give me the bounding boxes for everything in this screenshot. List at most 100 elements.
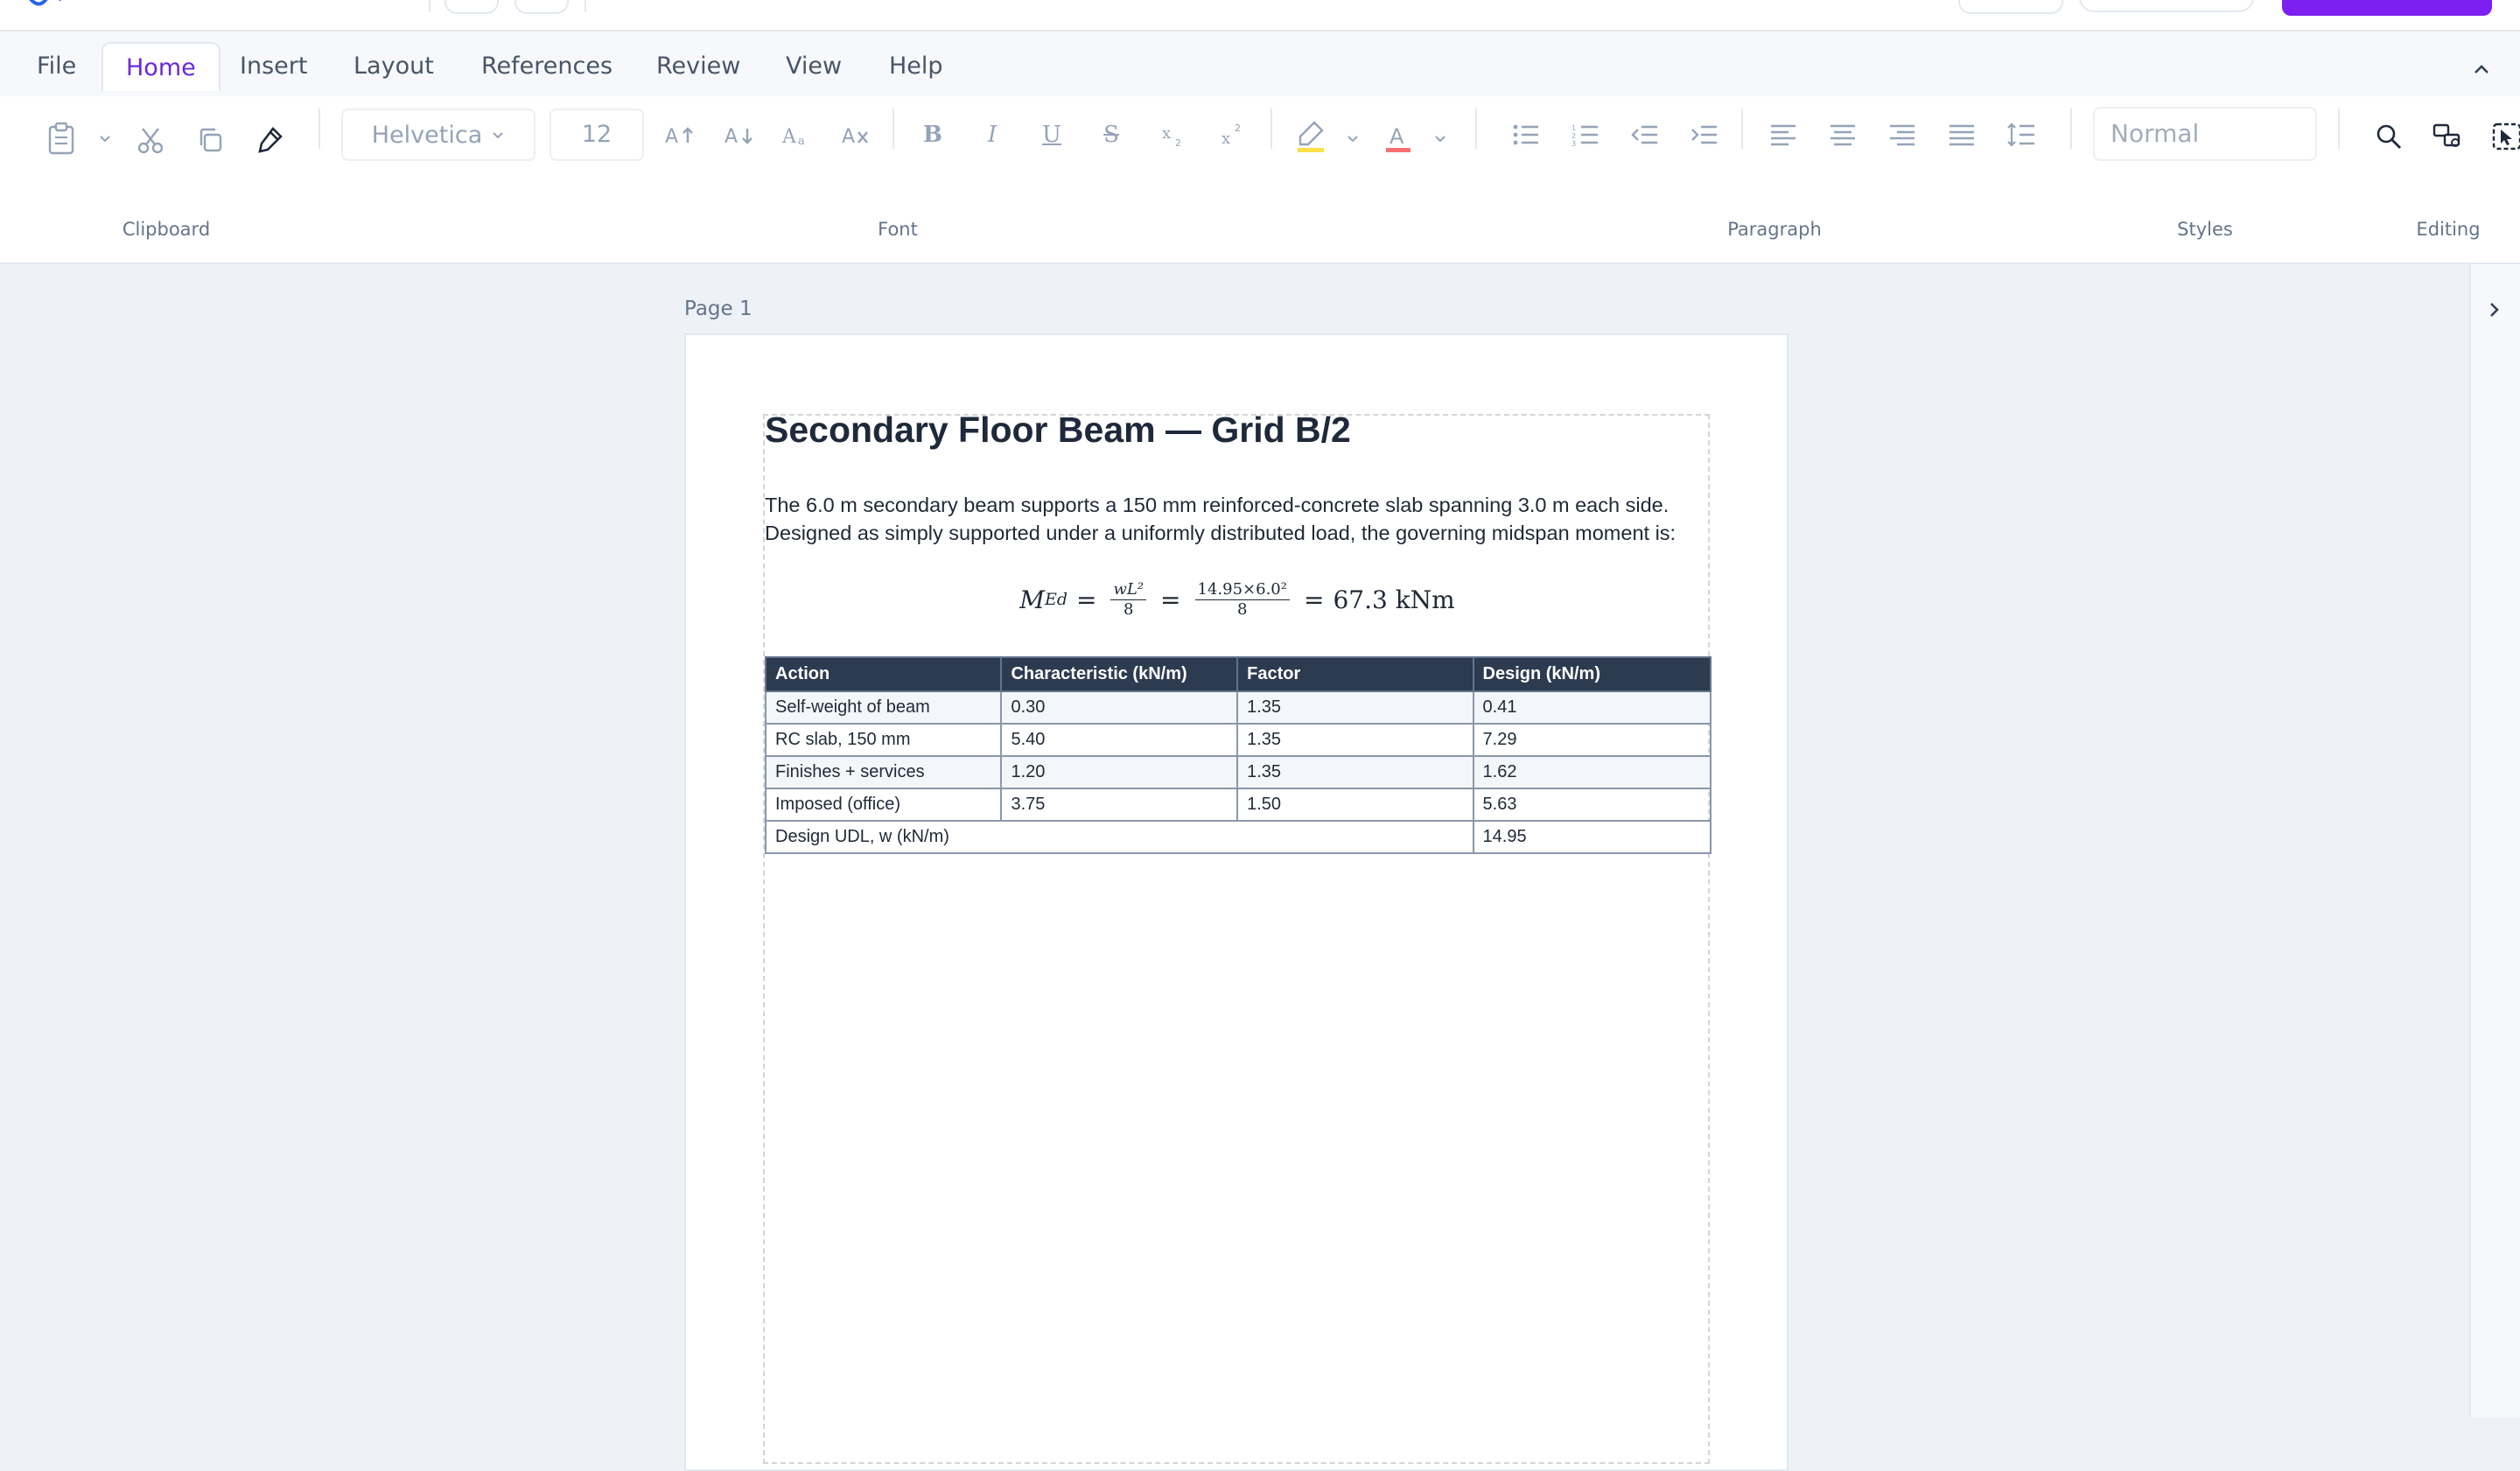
- svg-text:2: 2: [1175, 137, 1181, 149]
- table-cell[interactable]: 0.41: [1472, 690, 1712, 725]
- cut-button[interactable]: [131, 121, 170, 159]
- paste-options-button[interactable]: [94, 128, 116, 149]
- copy-button[interactable]: [191, 121, 229, 159]
- tab-file[interactable]: File: [14, 42, 99, 91]
- tab-view[interactable]: View: [763, 42, 864, 91]
- table-row: Self-weight of beam 0.30 1.35 0.41: [764, 690, 1712, 725]
- highlight-options-button[interactable]: [1342, 128, 1363, 149]
- align-left-icon: [1771, 124, 1796, 146]
- tab-help[interactable]: Help: [866, 42, 966, 91]
- tab-home[interactable]: Home: [102, 42, 220, 91]
- font-family-select[interactable]: Helvetica: [341, 109, 536, 161]
- table-cell[interactable]: 5.63: [1472, 788, 1712, 822]
- tab-insert[interactable]: Insert: [217, 42, 330, 91]
- table-total-value[interactable]: 14.95: [1472, 820, 1712, 854]
- table-cell[interactable]: 0.30: [1000, 690, 1239, 725]
- equation[interactable]: M Ed = wL² 8 = 14.95×6.0² 8 = 67.3 kNm: [765, 570, 1710, 629]
- table-cell[interactable]: Self-weight of beam: [764, 690, 1003, 725]
- paste-button[interactable]: [42, 119, 80, 158]
- subscript-button[interactable]: x2: [1153, 116, 1192, 154]
- align-left-button[interactable]: [1764, 116, 1802, 154]
- expand-side-panel-button[interactable]: [2483, 299, 2504, 320]
- strikethrough-button[interactable]: S: [1094, 116, 1129, 154]
- ribbon-toolbar: Helvetica 12 A A Aa A B I U S x2 x2 A 12…: [0, 96, 2520, 264]
- shrink-font-button[interactable]: A: [718, 116, 760, 154]
- table-cell[interactable]: 1.62: [1472, 755, 1712, 789]
- bold-button[interactable]: B: [915, 116, 950, 154]
- table-header-cell[interactable]: Action: [764, 656, 1003, 692]
- tab-layout[interactable]: Layout: [331, 42, 457, 91]
- tab-references[interactable]: References: [458, 42, 635, 91]
- table-cell[interactable]: RC slab, 150 mm: [764, 723, 1003, 757]
- change-case-button[interactable]: Aa: [775, 116, 817, 154]
- decrease-indent-button[interactable]: [1626, 116, 1664, 154]
- table-total-label[interactable]: Design UDL, w (kN/m): [765, 820, 1474, 854]
- table-cell[interactable]: 1.35: [1236, 755, 1474, 789]
- italic-button[interactable]: I: [975, 116, 1010, 154]
- find-button[interactable]: [2370, 117, 2408, 156]
- style-select[interactable]: Normal: [2093, 107, 2317, 161]
- redo-button[interactable]: [514, 0, 569, 14]
- clear-formatting-button[interactable]: A: [835, 116, 877, 154]
- align-right-button[interactable]: [1883, 116, 1922, 154]
- font-color-button[interactable]: A: [1377, 116, 1419, 158]
- ribbon-divider: [2338, 109, 2340, 149]
- underline-button[interactable]: U: [1034, 116, 1069, 154]
- font-color-options-button[interactable]: [1430, 128, 1451, 149]
- table-cell[interactable]: 1.50: [1236, 788, 1474, 822]
- table-cell[interactable]: 5.40: [1000, 723, 1239, 757]
- fraction-numerator: wL²: [1110, 580, 1147, 600]
- undo-button[interactable]: [444, 0, 499, 14]
- table-header-cell[interactable]: Factor: [1236, 656, 1474, 692]
- table-cell[interactable]: 1.20: [1000, 755, 1239, 789]
- scissors-icon: [137, 128, 164, 154]
- increase-indent-button[interactable]: [1685, 116, 1724, 154]
- share-button[interactable]: [1958, 0, 2063, 14]
- svg-text:a: a: [798, 135, 805, 148]
- table-cell[interactable]: 3.75: [1000, 788, 1239, 822]
- table-header-cell[interactable]: Characteristic (kN/m): [1000, 656, 1239, 692]
- svg-text:1: 1: [1572, 124, 1576, 132]
- svg-text:A: A: [842, 126, 855, 148]
- highlight-button[interactable]: [1290, 116, 1332, 158]
- group-label-editing: Editing: [2416, 219, 2481, 240]
- ribbon-divider: [1475, 109, 1477, 149]
- collaborators-pill[interactable]: [2079, 0, 2254, 12]
- line-spacing-button[interactable]: [2002, 116, 2040, 154]
- replace-button[interactable]: [2429, 117, 2468, 156]
- group-label-styles: Styles: [2177, 219, 2233, 240]
- select-button[interactable]: [2487, 117, 2520, 156]
- table-row: Imposed (office) 3.75 1.50 5.63: [764, 788, 1712, 822]
- table-cell[interactable]: 1.35: [1236, 690, 1474, 725]
- chevron-down-icon: [493, 132, 503, 139]
- body-paragraph[interactable]: The 6.0 m secondary beam supports a 150 …: [765, 491, 1710, 547]
- table-cell[interactable]: Finishes + services: [764, 755, 1003, 789]
- group-label-paragraph: Paragraph: [1727, 219, 1822, 240]
- copy-icon: [200, 128, 222, 152]
- table-cell[interactable]: 7.29: [1472, 723, 1712, 757]
- document-heading[interactable]: Secondary Floor Beam — Grid B/2: [765, 410, 1351, 451]
- font-size-input[interactable]: 12: [550, 109, 644, 161]
- group-label-clipboard: Clipboard: [122, 219, 211, 240]
- table-header-cell[interactable]: Design (kN/m): [1472, 656, 1712, 692]
- table-cell[interactable]: 1.35: [1236, 723, 1474, 757]
- tab-review[interactable]: Review: [634, 42, 763, 91]
- table-cell[interactable]: Imposed (office): [764, 788, 1003, 822]
- primary-action-button[interactable]: [2282, 0, 2492, 16]
- load-table[interactable]: Action Characteristic (kN/m) Factor Desi…: [764, 656, 1712, 854]
- document-page[interactable]: Secondary Floor Beam — Grid B/2 The 6.0 …: [684, 333, 1788, 1471]
- format-painter-button[interactable]: [250, 121, 289, 159]
- grow-font-button[interactable]: A: [658, 116, 700, 154]
- bullet-list-button[interactable]: [1507, 116, 1545, 154]
- equals-sign: =: [1303, 585, 1325, 614]
- superscript-button[interactable]: x2: [1213, 116, 1251, 154]
- align-center-button[interactable]: [1824, 116, 1862, 154]
- fraction-denominator: 8: [1237, 599, 1248, 619]
- side-panel-rail: [2469, 264, 2520, 1418]
- svg-text:3: 3: [1572, 140, 1576, 147]
- justify-button[interactable]: [1942, 116, 1981, 154]
- collapse-ribbon-button[interactable]: [2468, 56, 2496, 84]
- chevron-down-icon: [1435, 136, 1446, 143]
- numbered-list-button[interactable]: 123: [1566, 116, 1605, 154]
- fraction-denominator: 8: [1124, 599, 1134, 619]
